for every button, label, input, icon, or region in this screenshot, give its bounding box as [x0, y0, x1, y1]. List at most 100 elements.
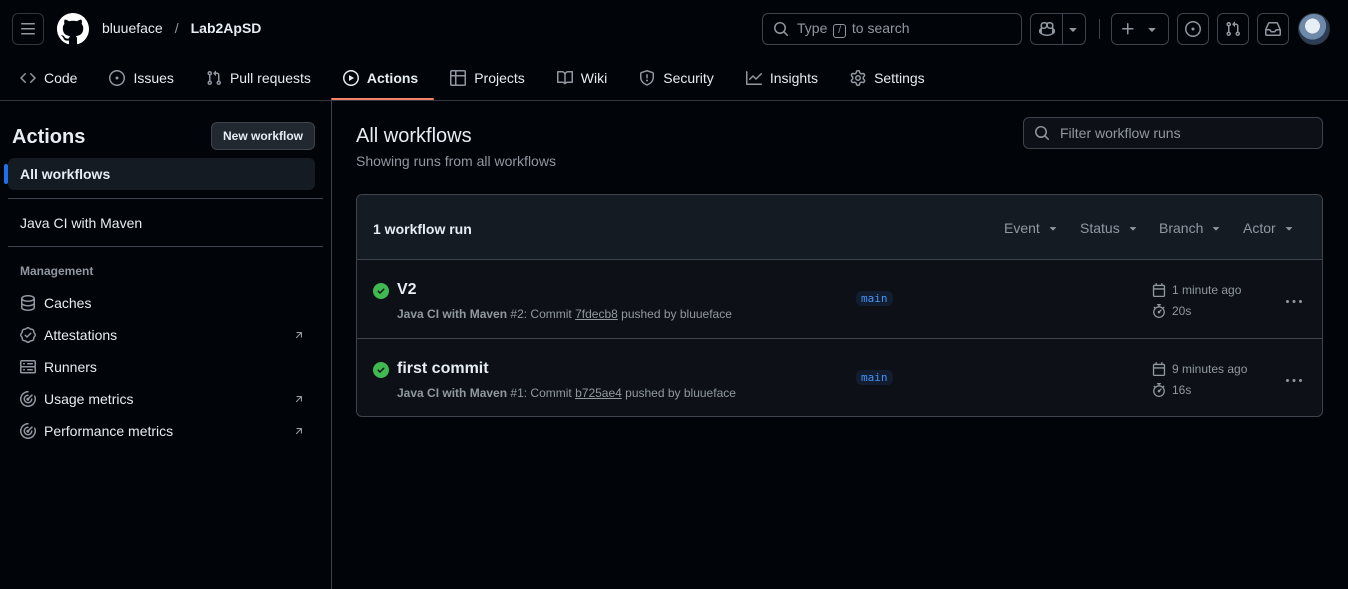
sidebar-item-usage-metrics[interactable]: Usage metrics — [20, 391, 133, 407]
run-time: 9 minutes ago — [1152, 362, 1247, 376]
run-meta: Java CI with Maven #1: Commit b725ae4 pu… — [397, 386, 736, 400]
verified-icon — [20, 327, 36, 343]
stopwatch-icon — [1153, 383, 1165, 397]
commit-link[interactable]: b725ae4 — [575, 386, 622, 400]
branch-filter-button[interactable]: Branch — [1159, 220, 1223, 236]
graph-icon — [745, 71, 762, 85]
tab-label: Issues — [133, 70, 174, 86]
filter-workflow-runs-input[interactable]: Filter workflow runs — [1023, 117, 1323, 149]
workflow-run-row[interactable]: V2 Java CI with Maven #2: Commit 7fdecb8… — [357, 260, 1322, 338]
tab-security[interactable]: Security — [631, 58, 726, 98]
tab-settings[interactable]: Settings — [842, 58, 937, 98]
run-count: 1 workflow run — [373, 221, 472, 237]
tab-actions[interactable]: Actions — [330, 58, 435, 100]
filter-label: Actor — [1243, 220, 1276, 236]
gear-icon — [850, 70, 866, 86]
issues-button[interactable] — [1177, 13, 1209, 45]
menu-button[interactable] — [12, 13, 44, 45]
status-filter-button[interactable]: Status — [1080, 220, 1140, 236]
check-circle-icon — [373, 283, 389, 299]
hamburger-icon — [21, 23, 35, 35]
management-heading: Management — [20, 264, 94, 278]
search-input[interactable]: Type / to search — [762, 13, 1022, 45]
header-divider — [1099, 19, 1100, 39]
database-icon — [21, 295, 35, 311]
run-duration-text: 20s — [1172, 304, 1192, 318]
run-time-text: 1 minute ago — [1172, 283, 1242, 297]
table-icon — [450, 70, 467, 86]
filter-label: Event — [1004, 220, 1040, 236]
run-pushed-by: pushed by bluueface — [625, 386, 736, 400]
github-logo-icon[interactable] — [57, 13, 89, 45]
tab-label: Settings — [874, 70, 925, 86]
inbox-button[interactable] — [1257, 13, 1289, 45]
plus-icon — [1122, 23, 1134, 35]
workflow-run-row[interactable]: first commit Java CI with Maven #1: Comm… — [357, 338, 1322, 416]
run-title-link[interactable]: first commit — [397, 360, 489, 378]
tab-label: Security — [663, 70, 714, 86]
run-title-link[interactable]: V2 — [397, 281, 417, 299]
new-workflow-button[interactable]: New workflow — [211, 122, 315, 150]
chevron-down-icon — [1049, 227, 1057, 231]
event-filter-button[interactable]: Event — [1004, 220, 1060, 236]
chevron-down-icon — [1285, 227, 1292, 231]
sidebar-item-caches[interactable]: Caches — [20, 295, 91, 311]
sidebar-item-label: Java CI with Maven — [20, 215, 143, 231]
sidebar-item-runners[interactable]: Runners — [20, 359, 97, 375]
kebab-horizontal-icon[interactable] — [1285, 294, 1303, 310]
tab-label: Actions — [366, 70, 419, 86]
chevron-down-icon — [1213, 227, 1220, 231]
breadcrumb-separator: / — [174, 20, 179, 36]
sidebar-item-label: Attestations — [44, 327, 118, 343]
actor-filter-button[interactable]: Actor — [1243, 220, 1296, 236]
tab-pull-requests[interactable]: Pull requests — [198, 58, 323, 98]
tab-code[interactable]: Code — [12, 58, 89, 98]
tab-insights[interactable]: Insights — [738, 58, 830, 98]
meter-icon — [20, 423, 36, 439]
tab-projects[interactable]: Projects — [442, 58, 537, 98]
workflow-runs-list: 1 workflow run Event Status Branch Actor… — [356, 194, 1323, 417]
pull-requests-button[interactable] — [1217, 13, 1249, 45]
code-icon — [20, 72, 36, 84]
sidebar-item-performance-metrics[interactable]: Performance metrics — [20, 423, 173, 439]
actions-sidebar: Actions New workflow All workflows Java … — [0, 101, 332, 589]
filter-label: Branch — [1159, 220, 1204, 236]
inbox-icon — [1265, 22, 1281, 36]
run-time: 1 minute ago — [1152, 283, 1241, 297]
calendar-icon — [1152, 362, 1166, 376]
copilot-icon — [1038, 21, 1055, 37]
pull-request-icon — [207, 70, 221, 86]
page-title: All workflows — [356, 125, 472, 147]
run-duration-text: 16s — [1172, 383, 1192, 397]
owner-link[interactable]: bluueface — [102, 20, 163, 36]
run-number: #2 — [510, 307, 524, 321]
avatar[interactable] — [1298, 13, 1330, 45]
tab-label: Code — [44, 70, 78, 86]
run-time-text: 9 minutes ago — [1172, 362, 1248, 376]
shield-icon — [640, 70, 655, 86]
commit-link[interactable]: 7fdecb8 — [575, 307, 618, 321]
sidebar-item-all-workflows[interactable]: All workflows — [4, 158, 315, 190]
sidebar-item-attestations[interactable]: Attestations — [20, 327, 117, 343]
sidebar-item-java-ci-with-maven[interactable]: Java CI with Maven — [20, 215, 142, 231]
create-new-button[interactable] — [1111, 13, 1169, 45]
run-workflow-name: Java CI with Maven — [397, 307, 508, 321]
sidebar-item-label: Caches — [44, 295, 92, 311]
chevron-down-icon — [1069, 28, 1077, 32]
branch-label[interactable]: main — [856, 291, 893, 306]
breadcrumb: bluueface / Lab2ApSD — [102, 20, 261, 36]
arrow-up-right-icon — [295, 396, 303, 403]
kebab-horizontal-icon[interactable] — [1285, 373, 1303, 389]
tab-issues[interactable]: Issues — [101, 58, 185, 98]
search-placeholder: Type / to search — [797, 20, 910, 38]
issue-icon — [1185, 21, 1201, 37]
chevron-down-icon — [1129, 227, 1136, 231]
filter-label: Status — [1080, 220, 1120, 236]
tab-wiki[interactable]: Wiki — [549, 58, 619, 98]
branch-label[interactable]: main — [856, 370, 893, 385]
copilot-button[interactable] — [1030, 13, 1086, 45]
run-commit-prefix: : Commit — [523, 307, 576, 321]
filter-placeholder: Filter workflow runs — [1060, 125, 1181, 141]
repo-link[interactable]: Lab2ApSD — [191, 20, 262, 36]
play-icon — [342, 70, 359, 86]
